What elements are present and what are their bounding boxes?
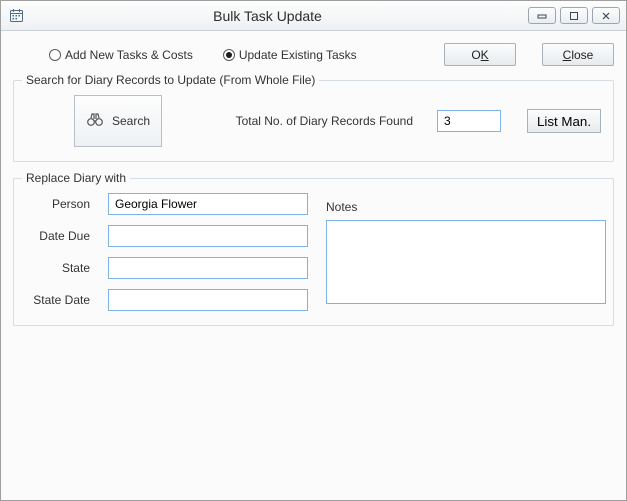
search-row: Search Total No. of Diary Records Found …: [26, 95, 601, 147]
notes-label: Notes: [326, 200, 606, 214]
close-window-button[interactable]: [592, 7, 620, 24]
ok-button[interactable]: OK: [444, 43, 516, 66]
state-field[interactable]: [108, 257, 308, 279]
search-button[interactable]: Search: [74, 95, 162, 147]
date-due-label: Date Due: [26, 229, 90, 243]
close-button[interactable]: Close: [542, 43, 614, 66]
titlebar: Bulk Task Update: [1, 1, 626, 31]
search-group: Search for Diary Records to Update (From…: [13, 80, 614, 162]
content-area: Add New Tasks & Costs Update Existing Ta…: [1, 31, 626, 500]
bulk-task-update-window: Bulk Task Update Add New Tasks & Costs U…: [0, 0, 627, 501]
window-title: Bulk Task Update: [31, 8, 504, 24]
person-field[interactable]: [108, 193, 308, 215]
maximize-button[interactable]: [560, 7, 588, 24]
replace-form: Person Notes Date Due State State Date: [26, 193, 601, 311]
total-records-count: [437, 110, 501, 132]
radio-icon: [49, 49, 61, 61]
radio-icon: [223, 49, 235, 61]
binoculars-icon: [86, 112, 104, 131]
calendar-icon: [7, 7, 25, 25]
total-records-label: Total No. of Diary Records Found: [236, 114, 421, 128]
date-due-field[interactable]: [108, 225, 308, 247]
radio-label: Add New Tasks & Costs: [65, 48, 193, 62]
state-date-label: State Date: [26, 293, 90, 307]
minimize-button[interactable]: [528, 7, 556, 24]
state-date-field[interactable]: [108, 289, 308, 311]
search-group-legend: Search for Diary Records to Update (From…: [22, 73, 319, 87]
search-button-label: Search: [112, 114, 150, 128]
state-label: State: [26, 261, 90, 275]
radio-update-existing-tasks[interactable]: Update Existing Tasks: [211, 48, 357, 62]
radio-add-new-tasks[interactable]: Add New Tasks & Costs: [13, 48, 193, 62]
list-man-button[interactable]: List Man.: [527, 109, 601, 133]
radio-label: Update Existing Tasks: [239, 48, 357, 62]
replace-group: Replace Diary with Person Notes Date Due…: [13, 178, 614, 326]
window-controls: [528, 7, 620, 24]
person-label: Person: [26, 197, 90, 211]
replace-group-legend: Replace Diary with: [22, 171, 130, 185]
mode-and-actions-row: Add New Tasks & Costs Update Existing Ta…: [13, 43, 614, 66]
notes-field[interactable]: [326, 220, 606, 304]
